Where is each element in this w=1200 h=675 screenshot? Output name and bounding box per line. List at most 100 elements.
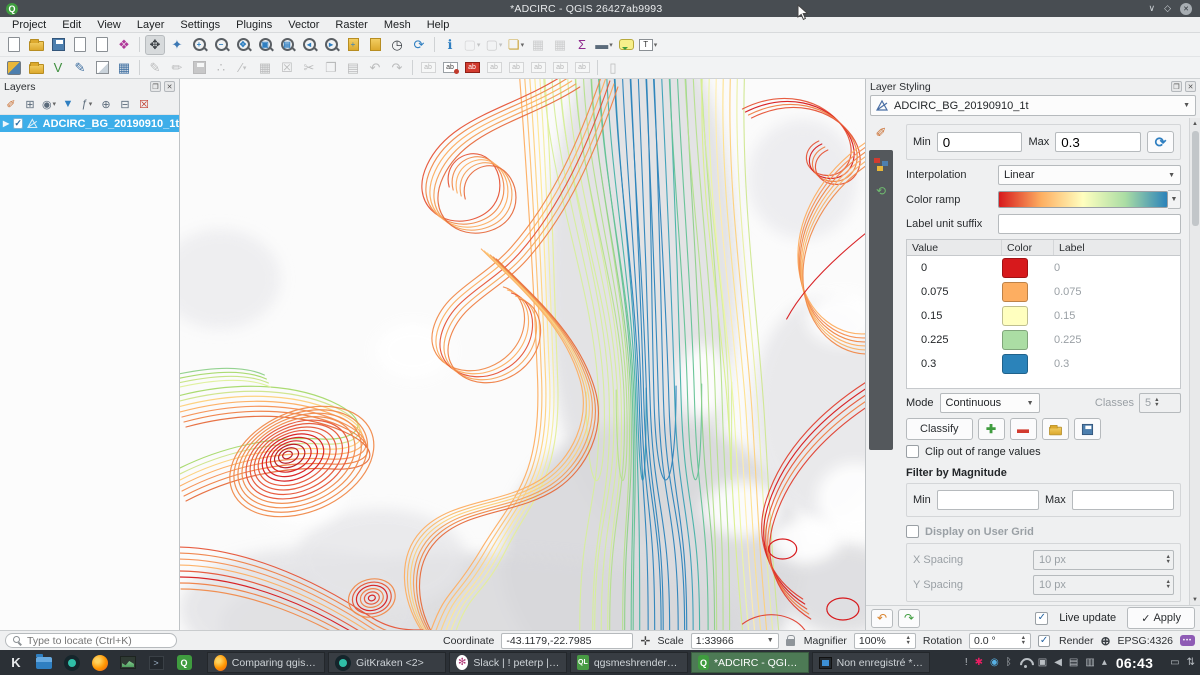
- layer-labeling-icon[interactable]: [440, 58, 460, 78]
- locate-input[interactable]: [27, 635, 169, 647]
- tab-symbology[interactable]: ✐: [870, 122, 892, 144]
- app-menu-icon[interactable]: [5, 652, 27, 673]
- style-redo-button[interactable]: ↷: [898, 609, 920, 628]
- zoom-out-icon[interactable]: −: [211, 35, 231, 55]
- remove-layer-icon[interactable]: ☒: [136, 96, 152, 112]
- menu-help[interactable]: Help: [419, 18, 458, 32]
- float-styling-button[interactable]: ❐: [1171, 81, 1182, 92]
- current-edits-icon[interactable]: ✎: [145, 58, 165, 78]
- minimize-button[interactable]: ∨: [1148, 3, 1155, 14]
- zoom-full-icon[interactable]: ✥: [233, 35, 253, 55]
- class-color-swatch[interactable]: [1002, 258, 1028, 278]
- undo-icon[interactable]: ↶: [365, 58, 385, 78]
- locate-box[interactable]: [5, 633, 177, 648]
- move-label-icon[interactable]: [506, 58, 526, 78]
- pin-labels-icon[interactable]: [572, 58, 592, 78]
- layer-diagram-icon[interactable]: [462, 58, 482, 78]
- device-notifier-icon[interactable]: ▥: [1085, 657, 1094, 668]
- zoom-to-selection-icon[interactable]: ▣: [255, 35, 275, 55]
- volume-icon[interactable]: ◀: [1054, 657, 1062, 668]
- class-color-swatch[interactable]: [1002, 282, 1028, 302]
- menu-project[interactable]: Project: [4, 18, 54, 32]
- highlight-labels-icon[interactable]: [484, 58, 504, 78]
- save-ramp-button[interactable]: [1074, 418, 1101, 440]
- identify-features-icon[interactable]: ℹ: [440, 35, 460, 55]
- layer-visibility-checkbox[interactable]: ✓: [13, 118, 23, 129]
- class-color-swatch[interactable]: [1002, 306, 1028, 326]
- select-by-expression-icon[interactable]: ▢▾: [484, 35, 504, 55]
- reload-minmax-button[interactable]: ⟳: [1147, 131, 1174, 153]
- new-mesh-layer-icon[interactable]: ▦: [114, 58, 134, 78]
- gitkraken-launcher-icon[interactable]: [61, 652, 83, 673]
- show-desktop-icon[interactable]: ▭: [1170, 657, 1179, 668]
- zoom-to-layer-icon[interactable]: ▤: [277, 35, 297, 55]
- rotate-label-icon[interactable]: [550, 58, 570, 78]
- deselect-features-icon[interactable]: ❏▾: [506, 35, 526, 55]
- pan-map-icon[interactable]: ✥: [145, 35, 165, 55]
- add-feature-icon[interactable]: ∴: [211, 58, 231, 78]
- file-manager-icon[interactable]: [33, 652, 55, 673]
- scale-combo[interactable]: 1:33966▼: [691, 633, 779, 649]
- mouse-extent-toggle-icon[interactable]: ✛: [640, 634, 650, 648]
- messages-icon[interactable]: •••: [1180, 635, 1195, 646]
- menu-layer[interactable]: Layer: [129, 18, 173, 32]
- x-spacing-spinner[interactable]: 10 px ▲▼: [1033, 550, 1174, 570]
- menu-raster[interactable]: Raster: [327, 18, 375, 32]
- pan-to-selection-icon[interactable]: ✦: [167, 35, 187, 55]
- new-shapefile-icon[interactable]: V: [48, 58, 68, 78]
- open-layer-styling-icon[interactable]: ✐: [3, 96, 19, 112]
- remove-class-button[interactable]: ▬: [1010, 418, 1037, 440]
- scroll-thumb[interactable]: [1192, 131, 1199, 226]
- close-styling-button[interactable]: ✕: [1185, 81, 1196, 92]
- style-manager-icon[interactable]: ❖: [114, 35, 134, 55]
- qgis-launcher-icon[interactable]: [173, 652, 195, 673]
- text-annotation-icon[interactable]: ▾: [638, 35, 658, 55]
- render-checkbox[interactable]: ✓: [1038, 635, 1050, 647]
- user-grid-checkbox[interactable]: [906, 525, 919, 538]
- labeling-options-icon[interactable]: [418, 58, 438, 78]
- open-attribute-table-icon[interactable]: ▦: [528, 35, 548, 55]
- clipboard-icon[interactable]: ▤: [1069, 657, 1078, 668]
- maximize-button[interactable]: ◇: [1164, 3, 1171, 14]
- color-ramp-preview[interactable]: [998, 191, 1168, 208]
- class-row[interactable]: 0.2250.225: [907, 328, 1180, 352]
- save-as-icon[interactable]: [70, 35, 90, 55]
- map-tips-icon[interactable]: [616, 35, 636, 55]
- task-spyder[interactable]: Non enregistré * — Sp...: [812, 652, 930, 673]
- new-spatialite-icon[interactable]: ✎: [70, 58, 90, 78]
- cut-features-icon[interactable]: ✂: [299, 58, 319, 78]
- task-qgs-settings[interactable]: qgsmeshrenderersetti...: [570, 652, 688, 673]
- tab-3d-view[interactable]: [874, 158, 888, 170]
- bluetooth-icon[interactable]: ᛒ: [1006, 657, 1012, 668]
- refresh-map-icon[interactable]: ⟳: [409, 35, 429, 55]
- color-ramp-dropdown[interactable]: ▼: [1168, 190, 1181, 209]
- system-monitor-icon[interactable]: [117, 652, 139, 673]
- save-project-icon[interactable]: [48, 35, 68, 55]
- expand-tray-icon[interactable]: ▴: [1102, 657, 1107, 668]
- zoom-next-icon[interactable]: ▸: [321, 35, 341, 55]
- interpolation-select[interactable]: Linear ▼: [998, 165, 1181, 185]
- open-project-icon[interactable]: [26, 35, 46, 55]
- change-label-icon[interactable]: [528, 58, 548, 78]
- field-calculator-icon[interactable]: ▦: [550, 35, 570, 55]
- save-edits-icon[interactable]: [189, 58, 209, 78]
- wifi-icon[interactable]: [1019, 658, 1031, 668]
- expand-arrow-icon[interactable]: ▶: [3, 119, 9, 128]
- y-spacing-spinner[interactable]: 10 px ▲▼: [1033, 575, 1174, 595]
- notifications-icon[interactable]: !: [965, 657, 968, 668]
- layer-tree-item[interactable]: ▶ ✓ ADCIRC_BG_20190910_1t: [0, 115, 179, 132]
- statistical-summary-icon[interactable]: Σ: [572, 35, 592, 55]
- menu-mesh[interactable]: Mesh: [376, 18, 419, 32]
- class-row[interactable]: 0.30.3: [907, 352, 1180, 376]
- classes-spinner[interactable]: 5 ▲▼: [1139, 393, 1181, 413]
- delete-selected-icon[interactable]: ☒: [277, 58, 297, 78]
- vertex-tool-icon[interactable]: ⁄▾: [233, 58, 253, 78]
- rotation-spinner[interactable]: 0.0 °▲▼: [969, 633, 1031, 649]
- menu-edit[interactable]: Edit: [54, 18, 89, 32]
- map-canvas[interactable]: [180, 79, 865, 630]
- task-slack[interactable]: Slack | ! peterp | Lutr...: [449, 652, 567, 673]
- collapse-all-icon[interactable]: ⊟: [117, 96, 133, 112]
- add-group-icon[interactable]: ⊞: [22, 96, 38, 112]
- new-virtual-layer-icon[interactable]: [92, 58, 112, 78]
- live-update-checkbox[interactable]: ✓: [1035, 612, 1048, 625]
